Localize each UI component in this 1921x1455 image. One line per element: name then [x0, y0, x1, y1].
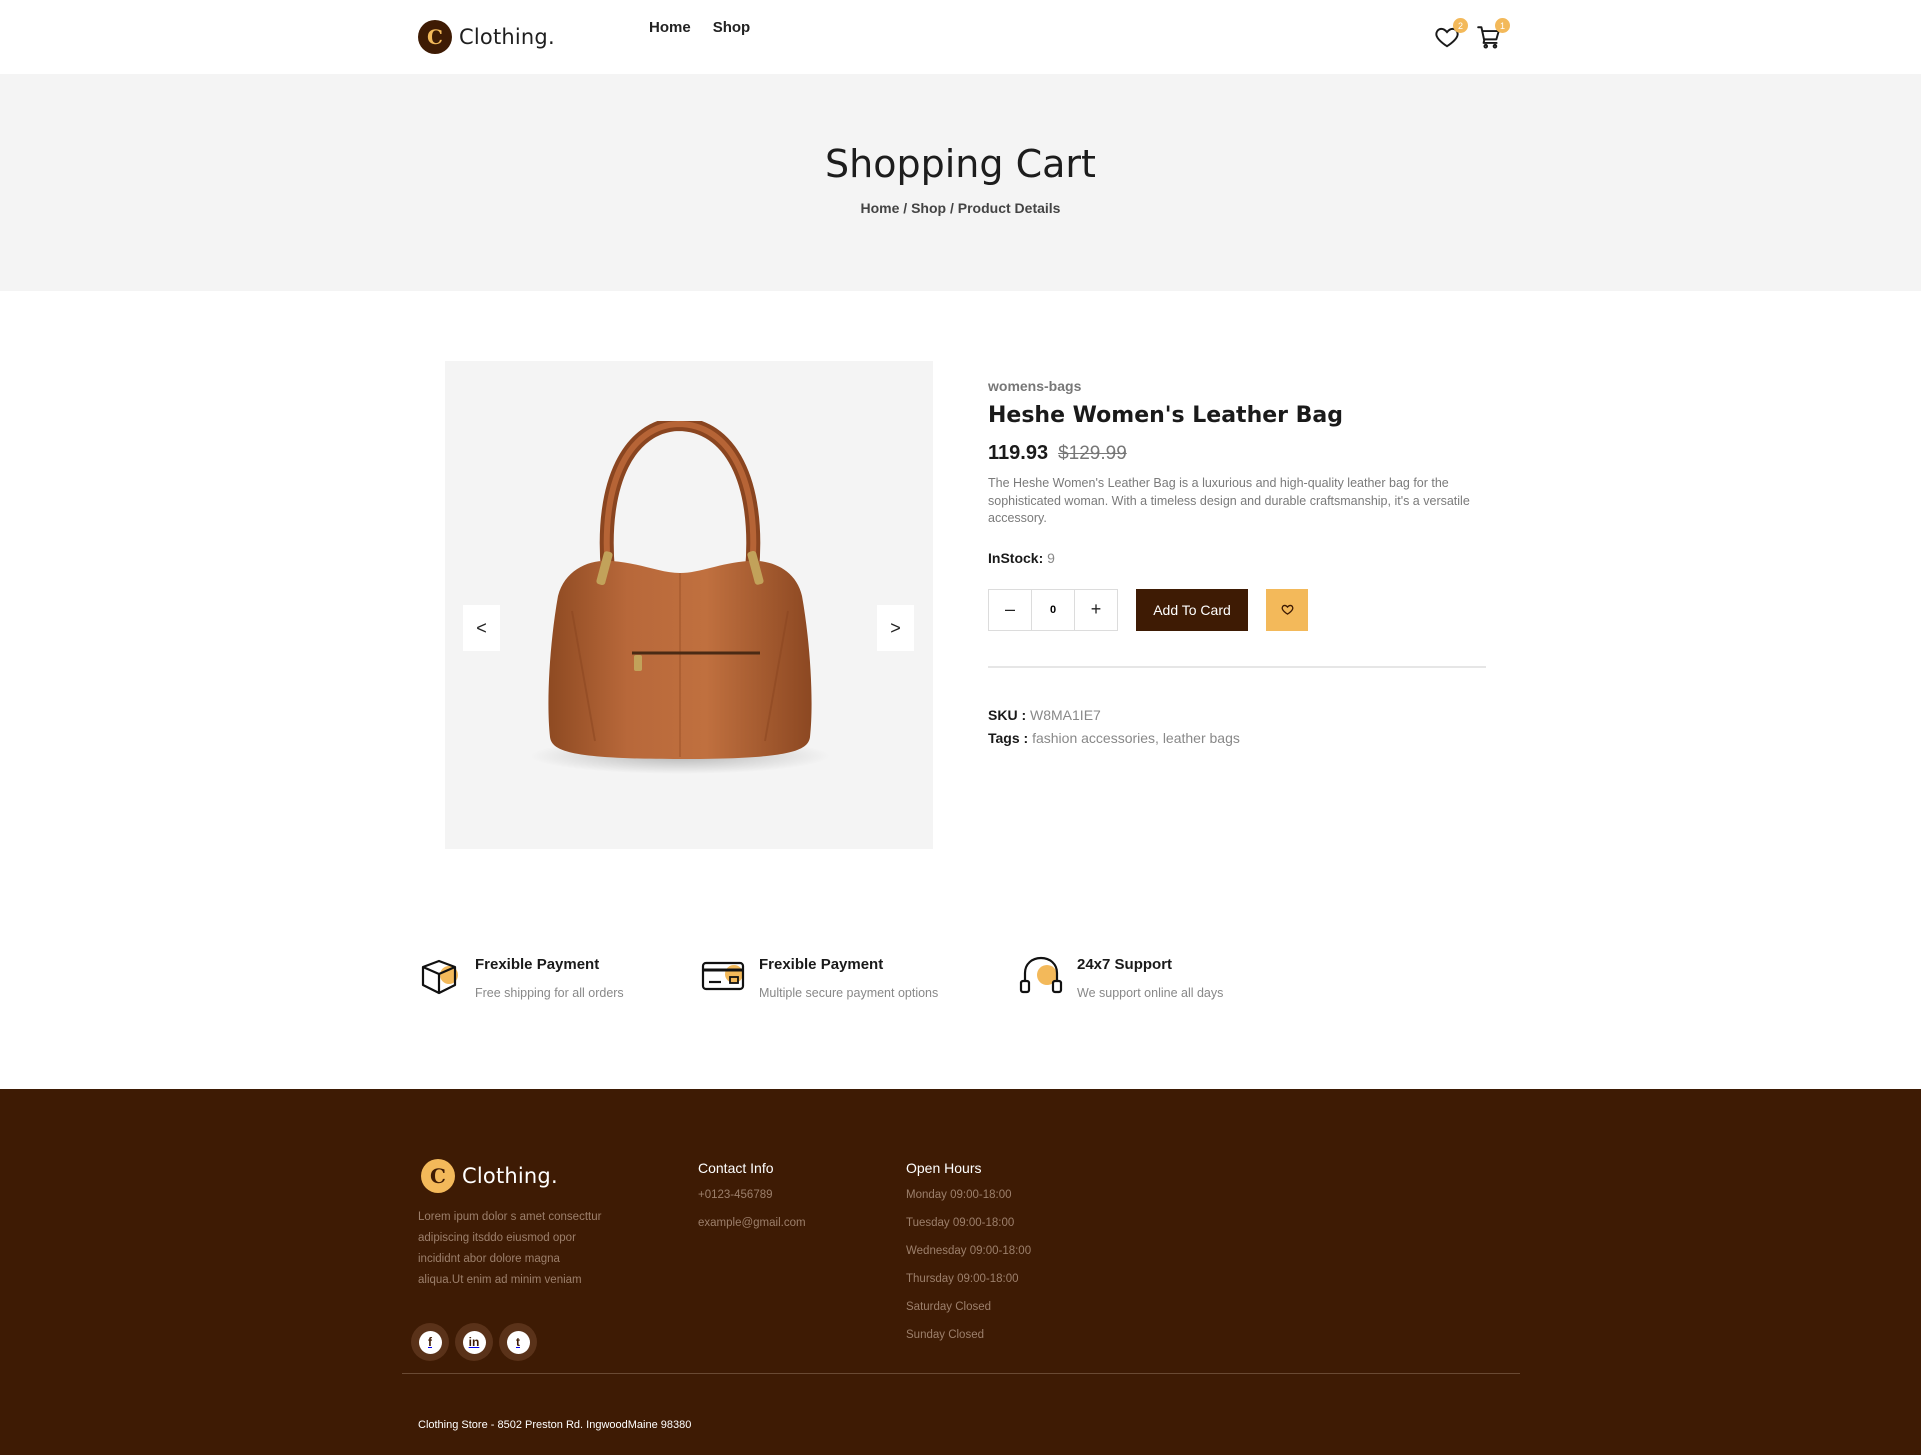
breadcrumb-home[interactable]: Home [861, 200, 900, 216]
footer-about: Lorem ipum dolor s amet consecttur adipi… [418, 1211, 602, 1286]
product-title: Heshe Women's Leather Bag [988, 403, 1344, 428]
hours-row: Thursday 09:00-18:00 [906, 1273, 1019, 1285]
linkedin-link[interactable]: in [455, 1323, 493, 1361]
feature-title: Frexible Payment [475, 956, 600, 973]
footer-divider [402, 1373, 1520, 1374]
stock-label: InStock: [988, 549, 1044, 566]
credit-card-icon [701, 953, 747, 999]
feature-subtitle: Multiple secure payment options [759, 986, 939, 1000]
tags-label: Tags : [988, 729, 1029, 746]
box-icon [417, 953, 463, 999]
site-header: C Clothing. Home Shop 2 1 [0, 0, 1921, 74]
hours-heading: Open Hours [906, 1160, 982, 1176]
product-image [530, 421, 830, 774]
feature-subtitle: We support online all days [1077, 986, 1224, 1000]
feature-title: 24x7 Support [1077, 956, 1173, 973]
facebook-link[interactable]: f [411, 1323, 449, 1361]
cart-button[interactable]: 1 [1476, 18, 1510, 50]
main-nav: Home Shop [649, 19, 750, 36]
footer-hours: Open Hours Monday 09:00-18:00 Tuesday 09… [906, 1160, 1031, 1356]
tumblr-link[interactable]: t [499, 1323, 537, 1361]
original-price: $129.99 [1058, 443, 1127, 464]
feature-item: Frexible Payment Free shipping for all o… [417, 953, 624, 1000]
details-divider [988, 665, 1486, 668]
footer-logo[interactable]: C Clothing. [421, 1159, 558, 1193]
brand-name: Clothing. [459, 25, 555, 49]
hours-row: Sunday Closed [906, 1329, 984, 1341]
breadcrumb: Home / Shop / Product Details [0, 200, 1921, 216]
sku-value: W8MA1IE7 [1030, 706, 1101, 723]
gallery-prev-button[interactable]: < [463, 605, 500, 651]
logo-mark: C [421, 1159, 455, 1193]
price-block: 119.93 $129.99 [988, 442, 1486, 465]
wishlist-count-badge: 2 [1453, 18, 1468, 33]
page-title: Shopping Cart [825, 142, 1096, 186]
tags-row: Tags : fashion accessories, leather bags [988, 727, 1486, 750]
sku-label: SKU : [988, 706, 1027, 723]
product-description: The Heshe Women's Leather Bag is a luxur… [988, 476, 1470, 525]
brand-name: Clothing. [462, 1164, 558, 1188]
sku-row: SKU : W8MA1IE7 [988, 704, 1486, 727]
nav-home-link[interactable]: Home [649, 19, 691, 36]
site-footer: C Clothing. Lorem ipum dolor s amet cons… [0, 1089, 1921, 1455]
tumblr-icon: t [506, 1330, 530, 1354]
product-meta: SKU : W8MA1IE7 Tags : fashion accessorie… [988, 704, 1486, 750]
add-to-cart-button[interactable]: Add To Card [1136, 588, 1248, 631]
quantity-input[interactable] [1031, 589, 1075, 630]
current-price: 119.93 [988, 442, 1049, 464]
breadcrumb-separator: / [899, 200, 912, 216]
contact-email[interactable]: example@gmail.com [698, 1216, 806, 1230]
page-banner: Shopping Cart Home / Shop / Product Deta… [0, 74, 1921, 291]
add-to-wishlist-button[interactable] [1266, 588, 1308, 631]
quantity-stepper: – + [988, 588, 1118, 631]
breadcrumb-current: Product Details [957, 200, 1061, 216]
hours-row: Wednesday 09:00-18:00 [906, 1245, 1032, 1257]
contact-phone[interactable]: +0123-456789 [698, 1188, 806, 1202]
feature-item: 24x7 Support We support online all days [1019, 953, 1223, 1000]
feature-item: Frexible Payment Multiple secure payment… [701, 953, 938, 1000]
tags-value[interactable]: fashion accessories, leather bags [1032, 730, 1240, 746]
hours-row: Saturday Closed [906, 1301, 992, 1313]
brand-logo[interactable]: C Clothing. [418, 20, 555, 54]
hours-row: Monday 09:00-18:00 [906, 1189, 1012, 1201]
cart-count-badge: 1 [1495, 18, 1510, 33]
logo-mark: C [418, 20, 452, 54]
wishlist-button[interactable]: 2 [1434, 18, 1468, 50]
headset-icon [1019, 953, 1065, 999]
stock-value: 9 [1047, 549, 1055, 566]
nav-shop-link[interactable]: Shop [713, 19, 751, 36]
hours-row: Tuesday 09:00-18:00 [906, 1217, 1015, 1229]
purchase-actions: – + Add To Card [988, 588, 1486, 631]
product-category[interactable]: womens-bags [988, 378, 1486, 394]
feature-subtitle: Free shipping for all orders [475, 986, 624, 1000]
footer-address: Clothing Store - 8502 Preston Rd. Ingwoo… [418, 1419, 692, 1431]
product-details: womens-bags Heshe Women's Leather Bag 11… [988, 378, 1486, 750]
decrease-quantity-button[interactable]: – [989, 589, 1031, 630]
gallery-next-button[interactable]: > [877, 605, 914, 651]
linkedin-icon: in [462, 1330, 486, 1354]
feature-title: Frexible Payment [759, 956, 884, 973]
contact-heading: Contact Info [698, 1160, 774, 1176]
breadcrumb-shop[interactable]: Shop [911, 200, 946, 216]
facebook-icon: f [418, 1330, 442, 1354]
breadcrumb-separator: / [946, 200, 958, 216]
increase-quantity-button[interactable]: + [1075, 589, 1117, 630]
heart-icon [1281, 604, 1293, 615]
stock-status: InStock: 9 [988, 550, 1486, 566]
footer-contact: Contact Info +0123-456789 example@gmail.… [698, 1160, 806, 1244]
product-gallery: < > [445, 361, 933, 849]
